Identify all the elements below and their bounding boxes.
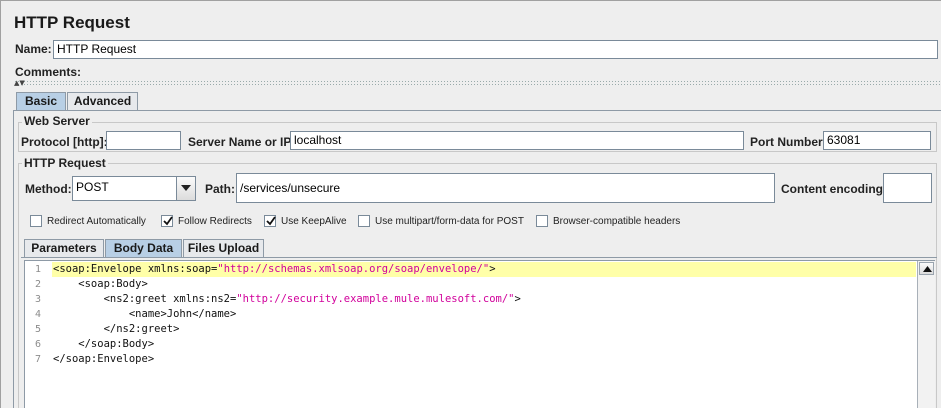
- xml-markup: <soap:Body>: [53, 278, 148, 290]
- body-tab-border: [21, 257, 937, 258]
- line-number: 1: [34, 264, 41, 275]
- xml-markup: <ns2:greet xmlns:ns2=: [53, 293, 237, 305]
- path-input[interactable]: /services/unsecure: [236, 173, 775, 203]
- multipart-label: Use multipart/form-data for POST: [375, 215, 524, 227]
- vertical-scrollbar[interactable]: [917, 261, 935, 408]
- splitter-arrows-icon[interactable]: ▲▼: [14, 80, 25, 87]
- browser-compatible-checkbox[interactable]: Browser-compatible headers: [536, 215, 680, 227]
- redirect-automatically-label: Redirect Automatically: [47, 215, 146, 227]
- protocol-label: Protocol [http]:: [21, 135, 108, 149]
- code-line: </soap:Body>: [53, 337, 154, 352]
- code-line: <ns2:greet xmlns:ns2="http://security.ex…: [53, 292, 521, 307]
- http-request-title: HTTP Request: [22, 156, 108, 170]
- multipart-checkbox[interactable]: Use multipart/form-data for POST: [358, 215, 524, 227]
- xml-markup: </ns2:greet>: [53, 323, 180, 335]
- scroll-up-icon[interactable]: [919, 262, 934, 275]
- path-label: Path:: [205, 182, 235, 196]
- code-line: <name>John</name>: [53, 307, 236, 322]
- xml-markup: <name>John</name>: [53, 308, 237, 320]
- body-data-editor[interactable]: 1 <soap:Envelope xmlns:soap="http://schem…: [24, 260, 935, 408]
- comments-label: Comments:: [15, 65, 82, 79]
- content-encoding-label: Content encoding:: [781, 182, 887, 196]
- code-line: </soap:Envelope>: [53, 352, 154, 367]
- checkbox-unchecked-icon: [536, 215, 548, 227]
- line-number: 6: [34, 339, 41, 350]
- code-line: <soap:Body>: [53, 277, 148, 292]
- protocol-input[interactable]: [106, 131, 181, 150]
- tab-parameters[interactable]: Parameters: [24, 239, 104, 257]
- method-value: POST: [76, 180, 109, 194]
- attribute-value: "http://security.example.mule.mulesoft.c…: [236, 293, 515, 305]
- line-number: 3: [34, 294, 41, 305]
- line-number: 2: [34, 279, 41, 290]
- server-label: Server Name or IP:: [188, 135, 296, 149]
- tab-basic[interactable]: Basic: [16, 92, 66, 110]
- web-server-title: Web Server: [22, 114, 92, 128]
- content-encoding-input[interactable]: [883, 173, 932, 203]
- method-label: Method:: [25, 182, 72, 196]
- xml-markup: </soap:Envelope>: [53, 353, 155, 365]
- page-title: HTTP Request: [14, 13, 130, 32]
- xml-markup: >: [514, 293, 521, 305]
- name-input[interactable]: HTTP Request: [53, 40, 938, 59]
- chevron-down-icon[interactable]: [176, 177, 195, 200]
- xml-markup: <soap:Envelope xmlns:soap=: [53, 263, 218, 275]
- port-label: Port Number:: [750, 135, 827, 149]
- tab-advanced[interactable]: Advanced: [67, 92, 138, 110]
- follow-redirects-label: Follow Redirects: [178, 215, 252, 227]
- xml-markup: </soap:Body>: [53, 338, 155, 350]
- checkbox-unchecked-icon: [358, 215, 370, 227]
- server-input[interactable]: localhost: [290, 131, 744, 150]
- use-keepalive-checkbox[interactable]: Use KeepAlive: [264, 215, 347, 227]
- checkmark-icon: [264, 215, 276, 227]
- checkbox-unchecked-icon: [30, 215, 42, 227]
- line-number: 4: [34, 309, 41, 320]
- checkmark-icon: [161, 215, 173, 227]
- tab-body-data[interactable]: Body Data: [105, 239, 182, 257]
- line-number: 5: [34, 324, 41, 335]
- browser-compatible-label: Browser-compatible headers: [553, 215, 681, 227]
- method-select[interactable]: POST: [72, 176, 196, 201]
- port-input[interactable]: 63081: [823, 131, 931, 150]
- splitter[interactable]: [14, 80, 941, 86]
- redirect-automatically-checkbox[interactable]: Redirect Automatically: [30, 215, 146, 227]
- line-number: 7: [34, 354, 41, 365]
- follow-redirects-checkbox[interactable]: Follow Redirects: [161, 215, 252, 227]
- tab-panel-border-left: [13, 110, 14, 408]
- xml-markup: >: [489, 263, 496, 275]
- name-label: Name:: [15, 42, 52, 56]
- tab-panel-border: [13, 110, 941, 111]
- code-line: </ns2:greet>: [53, 322, 180, 337]
- use-keepalive-label: Use KeepAlive: [281, 215, 347, 227]
- attribute-value: "http://schemas.xmlsoap.org/soap/envelop…: [217, 263, 490, 275]
- tab-files-upload[interactable]: Files Upload: [183, 239, 264, 257]
- code-line: <soap:Envelope xmlns:soap="http://schema…: [53, 262, 496, 277]
